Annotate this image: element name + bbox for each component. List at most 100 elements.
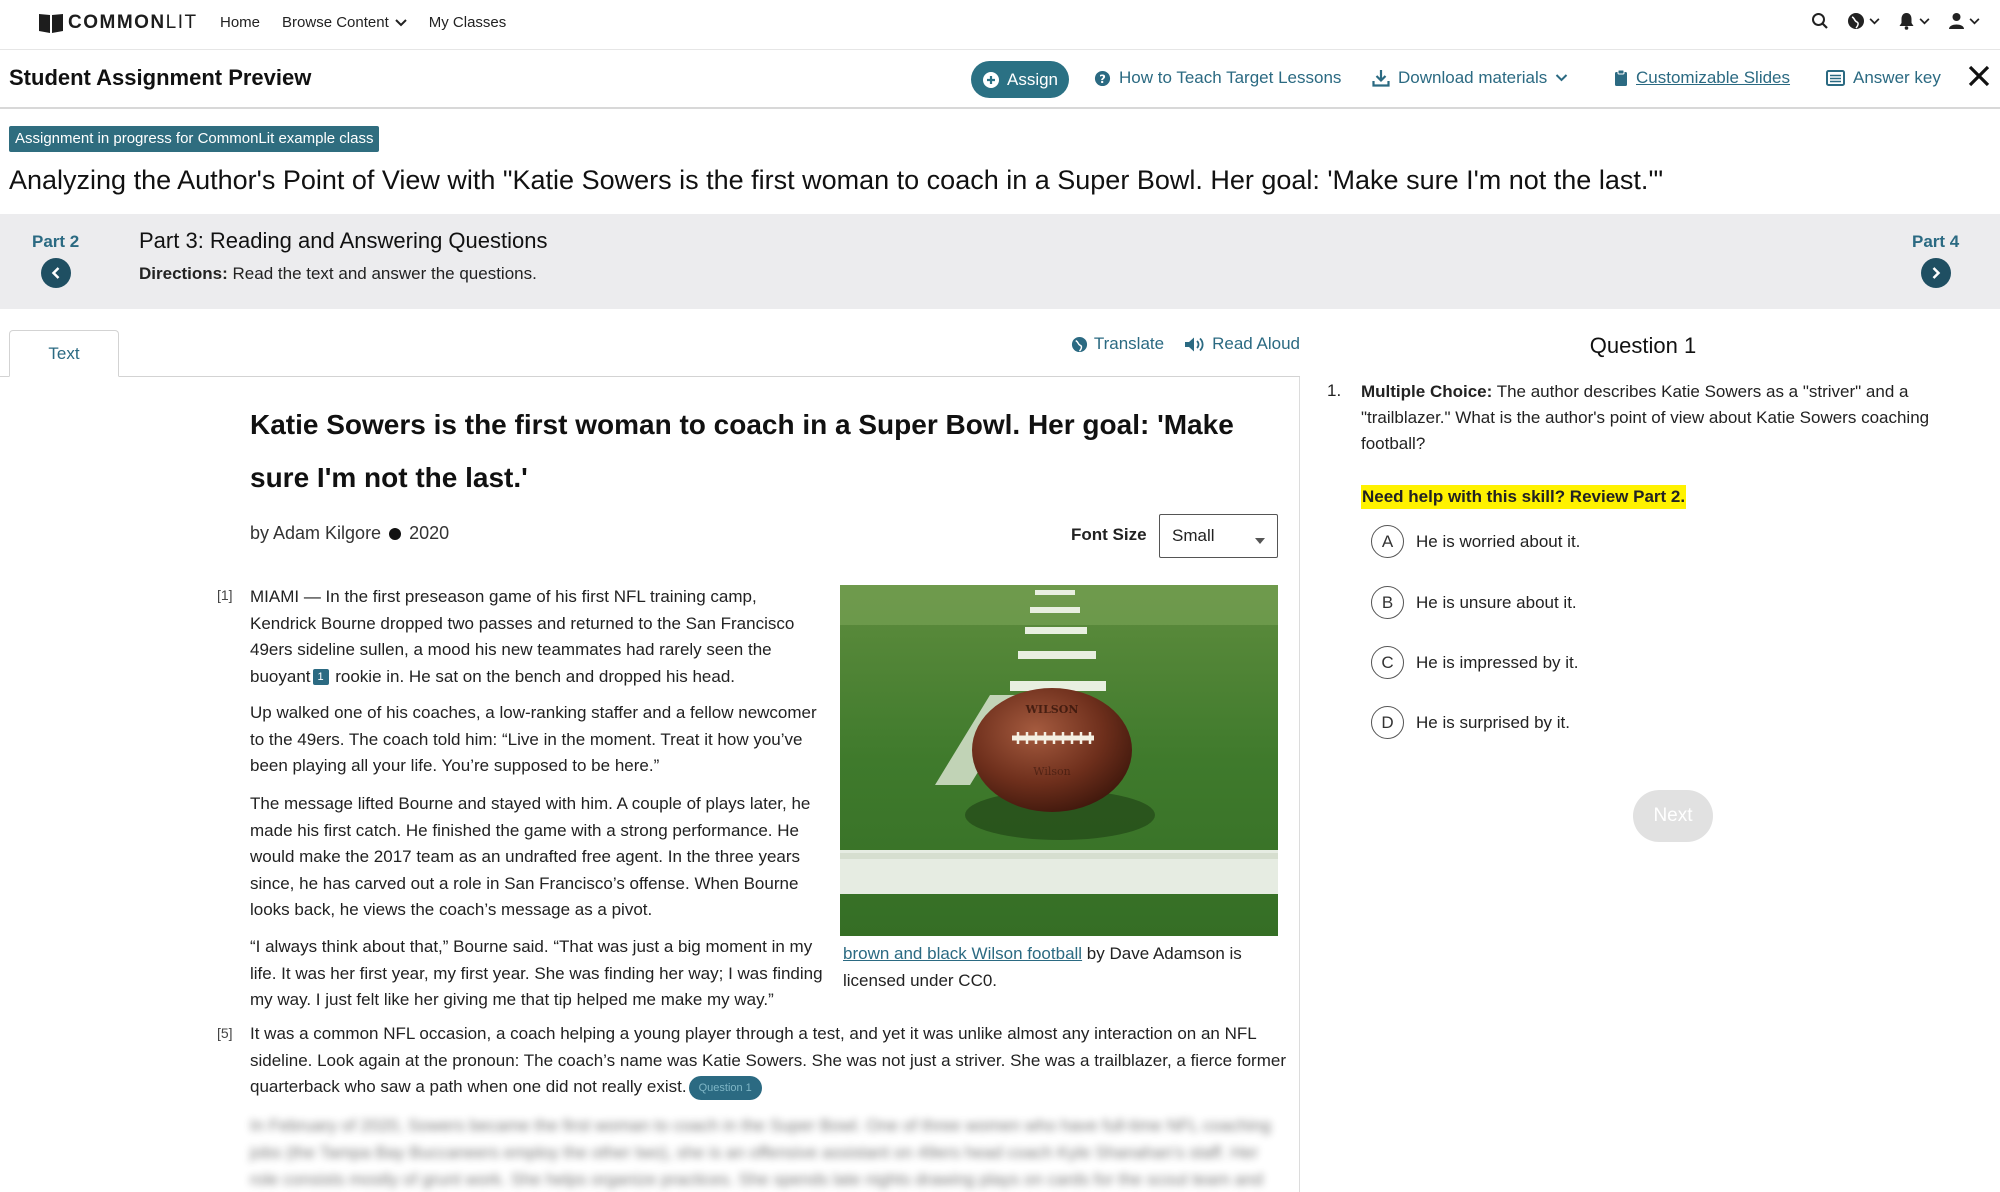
globe-icon [1848,13,1864,29]
choice-text: He is unsure about it. [1416,592,1577,612]
blurred-locked-text: In February of 2020, Sowers became the f… [250,1116,1271,1189]
choice-text: He is surprised by it. [1416,712,1570,732]
article-year: 2020 [409,523,450,543]
customizable-slides-link[interactable]: Customizable Slides [1614,68,1790,88]
photo-credit-link[interactable]: brown and black Wilson football [843,944,1082,963]
language-menu[interactable] [1847,12,1880,30]
chevron-left-icon [51,267,60,279]
font-size-label: Font Size [1071,525,1147,544]
paragraph-number: [1] [217,587,233,603]
choice-letter: D [1371,706,1404,739]
assignment-title: Analyzing the Author's Point of View wit… [9,165,1664,195]
download-icon [1372,70,1390,87]
answer-choice-b[interactable]: B He is unsure about it. [1371,586,1577,619]
preview-title: Student Assignment Preview [9,65,312,90]
next-part-label: Part 4 [1912,232,1960,251]
chevron-down-icon [1869,17,1880,24]
read-aloud-label: Read Aloud [1212,334,1300,353]
bell-icon [1899,13,1914,30]
close-preview-button[interactable] [1965,63,1993,91]
customizable-slides-label: Customizable Slides [1636,68,1791,87]
download-materials-menu[interactable]: Download materials [1372,68,1568,88]
nav-home[interactable]: Home [220,14,260,31]
nav-browse-label: Browse Content [282,14,389,31]
paragraph-5: It was a common NFL occasion, a coach he… [250,1021,1290,1101]
panel-divider [1299,377,1300,1192]
paragraph-1: MIAMI — In the first preseason game of h… [250,587,795,686]
chevron-right-icon [1932,267,1940,279]
previous-part-label: Part 2 [32,232,80,251]
paragraph-3: The message lifted Bourne and stayed wit… [250,794,811,919]
preview-toolbar: Student Assignment Preview Assign ? How … [0,51,2000,109]
nav-browse-content[interactable]: Browse Content [282,14,407,31]
user-menu[interactable] [1948,12,1980,30]
paragraph-number: [5] [217,1025,233,1041]
globe-icon [1071,336,1087,352]
chevron-down-icon [395,18,407,26]
download-materials-label: Download materials [1398,68,1548,87]
list-icon [1826,70,1845,86]
article-author: by Adam Kilgore [250,523,382,543]
previous-part-button[interactable] [40,258,71,288]
clipboard-icon [1615,69,1627,86]
font-size-select[interactable]: Small [1159,514,1278,558]
user-icon [1949,13,1964,29]
assign-label: Assign [1006,69,1059,89]
top-navigation: COMMONLIT Home Browse Content My Classes [0,0,2000,50]
part-directions: Directions: Read the text and answer the… [139,264,537,283]
book-icon [39,14,63,33]
translate-button[interactable]: Translate [1071,334,1164,354]
lesson-parts-bar: Part 2 Part 3: Reading and Answering Que… [0,214,2000,309]
previous-part-nav[interactable]: Part 2 [32,232,79,288]
assignment-status-badge: Assignment in progress for CommonLit exa… [9,126,380,152]
choice-letter: C [1371,646,1404,679]
part-title: Part 3: Reading and Answering Questions [139,228,548,253]
question-heading: Question 1 [1589,333,1697,358]
plus-circle-icon [982,71,999,88]
answer-choice-d[interactable]: D He is surprised by it. [1371,706,1570,739]
choice-letter: B [1371,586,1404,619]
read-aloud-button[interactable]: Read Aloud [1184,334,1300,354]
answer-choice-a[interactable]: A He is worried about it. [1371,525,1580,558]
how-to-teach-label: How to Teach Target Lessons [1119,68,1342,87]
paragraph-4: “I always think about that,” Bourne said… [250,937,823,1009]
chevron-down-icon [1556,74,1568,82]
next-part-button[interactable] [1920,258,1951,288]
answer-key-link[interactable]: Answer key [1826,68,1941,88]
nav-my-classes[interactable]: My Classes [429,14,507,31]
commonlit-logo[interactable]: COMMONLIT [38,12,198,34]
question-prompt: Multiple Choice: The author describes Ka… [1361,382,1930,453]
photo-caption: brown and black Wilson football by Dave … [843,944,1242,990]
next-part-nav[interactable]: Part 4 [1912,232,1959,288]
byline-separator [389,527,402,540]
choice-text: He is impressed by it. [1416,652,1579,672]
speaker-icon [1185,337,1204,351]
search-icon [1812,13,1828,29]
search-button[interactable] [1811,12,1829,30]
paragraph-2: Up walked one of his coaches, a low-rank… [250,703,817,775]
font-size-value: Small [1172,526,1215,545]
svg-text:Wilson: Wilson [1033,765,1071,778]
caret-down-icon [1255,538,1265,544]
next-button[interactable]: Next [1633,790,1713,842]
football-photo: WILSON Wilson [840,585,1278,936]
choice-letter: A [1371,525,1404,558]
skill-help-highlight[interactable]: Need help with this skill? Review Part 2… [1361,485,1687,509]
article-byline: by Adam Kilgore 2020 [250,523,449,544]
footnote-marker[interactable]: 1 [312,669,329,686]
svg-text:WILSON: WILSON [1025,703,1079,716]
answer-choice-c[interactable]: C He is impressed by it. [1371,646,1579,679]
svg-text:?: ? [1099,71,1106,85]
how-to-teach-link[interactable]: ? How to Teach Target Lessons [1094,68,1341,88]
logo-wordmark: COMMONLIT [68,12,198,33]
close-icon [1968,65,1990,86]
assign-button[interactable]: Assign [971,61,1069,98]
chevron-down-icon [1969,17,1980,24]
notifications-menu[interactable] [1898,12,1930,30]
question-circle-icon: ? [1094,70,1111,86]
chevron-down-icon [1919,17,1930,24]
tab-text[interactable]: Text [9,330,119,377]
article-title: Katie Sowers is the first woman to coach… [250,409,1234,493]
question-anchor-chip[interactable]: Question 1 [688,1075,762,1100]
question-number: 1. [1327,381,1342,400]
